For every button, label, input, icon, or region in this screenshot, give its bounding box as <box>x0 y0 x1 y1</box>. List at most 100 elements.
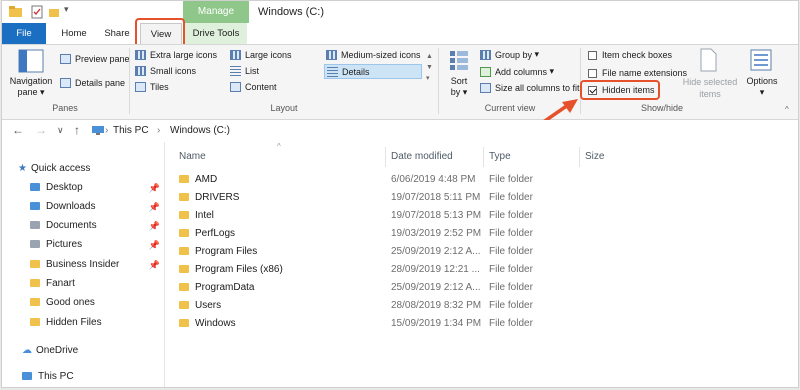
options-icon[interactable] <box>750 49 772 74</box>
column-divider[interactable] <box>385 147 386 167</box>
downloads-icon <box>30 202 40 211</box>
back-arrow-icon[interactable]: ← <box>12 123 24 137</box>
sidebar-item-onedrive[interactable]: ☁ OneDrive <box>22 342 184 360</box>
breadcrumb-location[interactable]: Windows (C:) <box>170 125 230 136</box>
qat-dropdown-icon[interactable]: ▾ <box>64 4 69 18</box>
table-row[interactable]: Users 28/08/2019 8:32 PM File folder <box>165 297 798 315</box>
sort-by-button[interactable]: Sort by ▾ <box>444 76 474 98</box>
properties-icon[interactable] <box>31 5 43 19</box>
window-title: Windows (C:) <box>258 6 325 18</box>
layout-content[interactable]: Content <box>230 82 277 92</box>
layout-item-label: Content <box>245 82 277 92</box>
navigation-pane-icon[interactable] <box>18 49 44 76</box>
column-header-name[interactable]: Name <box>179 151 206 162</box>
file-name-extensions-checkbox[interactable] <box>588 68 597 78</box>
column-header-type[interactable]: Type <box>489 151 511 162</box>
breadcrumb-separator-icon: › <box>105 125 109 136</box>
file-name: Program Files <box>195 246 258 257</box>
add-columns-button[interactable]: Add columns ▾ <box>480 66 554 77</box>
sort-indicator-icon: ^ <box>277 142 281 151</box>
table-row[interactable]: PerfLogs 19/03/2019 2:52 PM File folder <box>165 225 798 243</box>
pin-icon[interactable]: 📌 <box>149 217 160 235</box>
item-check-boxes-label: Item check boxes <box>602 50 673 60</box>
hide-selected-items-button[interactable]: Hide selected items <box>678 76 742 100</box>
title-bar: ▾ Manage Windows (C:) <box>2 1 798 23</box>
sidebar-item-pictures[interactable]: Pictures 📌 <box>2 236 164 254</box>
pin-icon[interactable]: 📌 <box>149 256 160 274</box>
manage-context-tab[interactable]: Manage <box>183 1 249 23</box>
column-divider[interactable] <box>483 147 484 167</box>
new-folder-icon[interactable] <box>48 5 60 19</box>
layout-medium-icons[interactable]: Medium-sized icons <box>326 50 421 60</box>
file-type: File folder <box>489 210 533 221</box>
hide-selected-items-icon <box>698 48 718 75</box>
table-row[interactable]: Intel 19/07/2018 5:13 PM File folder <box>165 207 798 225</box>
desktop-icon <box>30 183 40 192</box>
collapse-ribbon-icon[interactable]: ^ <box>785 105 789 114</box>
file-name-extensions-toggle[interactable]: File name extensions <box>588 68 687 78</box>
pin-icon[interactable]: 📌 <box>149 198 160 216</box>
sidebar-item-desktop[interactable]: Desktop 📌 <box>2 179 164 197</box>
options-button[interactable]: Options ▾ <box>742 76 782 98</box>
item-check-boxes-checkbox[interactable] <box>588 50 597 60</box>
sidebar-item-hidden-files[interactable]: Hidden Files <box>2 314 164 332</box>
layout-details[interactable]: Details <box>324 64 422 79</box>
breadcrumb-this-pc[interactable]: This PC <box>113 125 149 136</box>
column-header-size[interactable]: Size <box>585 151 604 162</box>
table-row[interactable]: Program Files (x86) 28/09/2019 12:21 ...… <box>165 261 798 279</box>
details-pane-button[interactable]: Details pane <box>60 78 125 88</box>
pin-icon[interactable]: 📌 <box>149 179 160 197</box>
recent-dropdown-icon[interactable]: ∨ <box>57 125 64 136</box>
sidebar-item-quick-access[interactable]: ★ Quick access <box>18 160 180 178</box>
file-date: 28/09/2019 12:21 ... <box>391 264 480 275</box>
table-row[interactable]: Program Files 25/09/2019 2:12 A... File … <box>165 243 798 261</box>
sidebar-item-business-insider[interactable]: Business Insider 📌 <box>2 256 164 274</box>
sidebar-item-this-pc[interactable]: This PC <box>22 368 184 386</box>
item-check-boxes-toggle[interactable]: Item check boxes <box>588 50 672 60</box>
folder-icon <box>179 319 189 328</box>
table-row[interactable]: ProgramData 25/09/2019 2:12 A... File fo… <box>165 279 798 297</box>
details-pane-icon <box>60 78 71 88</box>
navigation-pane: ★ Quick access Desktop 📌 Downloads 📌 Docume… <box>2 142 164 387</box>
file-date: 25/09/2019 2:12 A... <box>391 246 481 257</box>
pin-icon[interactable]: 📌 <box>149 236 160 254</box>
preview-pane-button[interactable]: Preview pane <box>60 54 130 64</box>
layout-large-icons[interactable]: Large icons <box>230 50 292 60</box>
sidebar-item-downloads[interactable]: Downloads 📌 <box>2 198 164 216</box>
sidebar-item-fanart[interactable]: Fanart <box>2 275 164 293</box>
group-by-icon <box>480 49 491 60</box>
sidebar-item-good-ones[interactable]: Good ones <box>2 294 164 312</box>
column-divider[interactable] <box>579 147 580 167</box>
add-columns-label: Add columns <box>495 66 548 77</box>
file-type: File folder <box>489 300 533 311</box>
column-header-date[interactable]: Date modified <box>391 151 453 162</box>
tab-home[interactable]: Home <box>54 23 94 44</box>
sidebar-item-documents[interactable]: Documents 📌 <box>2 217 164 235</box>
group-by-button[interactable]: Group by ▾ <box>480 49 539 60</box>
sidebar-item-label: OneDrive <box>36 345 79 356</box>
forward-arrow-icon[interactable]: → <box>35 123 47 137</box>
tab-file[interactable]: File <box>2 23 46 44</box>
hide-selected-label: Hide selected <box>682 77 738 87</box>
sidebar-item-label: Good ones <box>46 297 95 308</box>
layout-scroll-arrows-icon[interactable]: ▲ ▼ ▾ <box>426 51 433 84</box>
file-type: File folder <box>489 264 533 275</box>
folder-icon <box>179 247 189 256</box>
tab-drive-tools[interactable]: Drive Tools <box>185 23 247 44</box>
tab-share[interactable]: Share <box>98 23 136 44</box>
sidebar-item-label: Hidden Files <box>46 317 102 328</box>
up-arrow-icon[interactable]: ↑ <box>74 123 80 137</box>
table-row[interactable]: DRIVERS 19/07/2018 5:11 PM File folder <box>165 189 798 207</box>
table-row[interactable]: AMD 6/06/2019 4:48 PM File folder <box>165 171 798 189</box>
size-all-columns-button[interactable]: Size all columns to fit <box>480 83 580 93</box>
navigation-pane-button[interactable]: Navigation pane ▾ <box>6 76 56 98</box>
layout-extra-large-icons[interactable]: Extra large icons <box>135 50 217 60</box>
table-row[interactable]: Windows 15/09/2019 1:34 PM File folder <box>165 315 798 333</box>
layout-list[interactable]: List <box>230 66 259 76</box>
pictures-icon <box>30 240 40 249</box>
ribbon-tabs: File Home Share View Drive Tools <box>2 23 798 44</box>
sort-by-icon[interactable] <box>448 49 470 74</box>
file-date: 19/03/2019 2:52 PM <box>391 228 482 239</box>
layout-small-icons[interactable]: Small icons <box>135 66 196 76</box>
layout-tiles[interactable]: Tiles <box>135 82 169 92</box>
